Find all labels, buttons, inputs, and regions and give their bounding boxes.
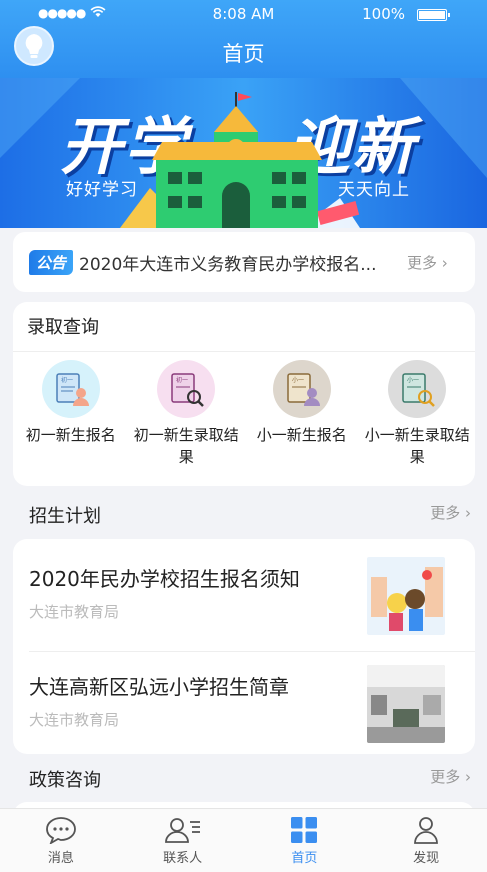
admission-item-label: 小一新生报名 [256,426,347,444]
chat-bubble-icon [45,816,76,844]
admission-item-label: 小一新生录取结果 [364,426,470,466]
admission-query-card: 录取查询 初一 初一新生报名 初一 初一新生录取结果 小一 小一新生报名 小一 … [13,302,475,486]
article-source: 大连市教育局 [29,603,120,621]
battery-percent: 100% [362,5,405,23]
admission-item-label: 初一新生录取结果 [133,426,239,466]
promo-banner[interactable]: 开学 迎新 好好学习 天天向上 [0,78,487,228]
form-label-text: 初一 [61,376,73,384]
tab-contacts[interactable]: 联系人 [122,809,244,872]
announcement-bar[interactable]: 公告 2020年大连市义务教育民办学校报名... 更多 › [13,232,475,292]
article-title: 2020年民办学校招生报名须知 [29,567,300,591]
article-source: 大连市教育局 [29,711,120,729]
bottom-tab-bar: 消息 联系人 首页 发现 [0,808,487,872]
admission-item-primary-register[interactable]: 小一 小一新生报名 [244,360,360,468]
status-time: 8:08 AM [212,5,275,23]
person-icon [414,816,439,844]
policy-more-link[interactable]: 更多 › [430,766,471,787]
form-search-icon: 初一 [157,360,216,418]
contacts-icon [164,817,200,843]
list-item[interactable]: 大连高新区弘远小学招生简章 大连市教育局 [13,647,475,751]
admission-item-primary-result[interactable]: 小一 小一新生录取结果 [360,360,476,468]
form-label-text: 小一 [407,376,419,384]
form-person-icon: 初一 [41,360,100,418]
page-title: 首页 [222,42,265,66]
banner-slogan-left: 好好学习 [66,180,138,200]
status-bar: ●●●●● 8:08 AM 100% [0,4,487,24]
form-search-icon: 小一 [388,360,447,418]
plan-section-title: 招生计划 [29,506,101,527]
list-item[interactable]: 2020年民办学校招生报名须知 大连市教育局 [13,539,475,643]
tab-label: 消息 [47,850,74,866]
tab-label: 发现 [413,850,440,866]
admission-item-junior-result[interactable]: 初一 初一新生录取结果 [129,360,245,468]
form-label-text: 小一 [292,376,304,384]
article-thumbnail [367,557,445,635]
announcement-text[interactable]: 2020年大连市义务教育民办学校报名... [79,250,397,275]
article-title: 大连高新区弘远小学招生简章 [29,675,289,699]
app-header: ●●●●● 8:08 AM 100% 首页 [0,0,487,78]
policy-section-title: 政策咨询 [29,770,101,791]
banner-slogan-right: 天天向上 [338,180,410,200]
battery-icon [417,9,450,21]
announcement-tag: 公告 [29,249,74,275]
admission-item-junior-register[interactable]: 初一 初一新生报名 [13,360,129,468]
tab-label: 首页 [291,850,318,866]
plan-more-link[interactable]: 更多 › [430,502,471,523]
tab-label: 联系人 [163,850,203,866]
admission-item-label: 初一新生报名 [25,426,116,444]
tab-messages[interactable]: 消息 [0,809,122,872]
tab-home[interactable]: 首页 [244,809,366,872]
form-person-icon: 小一 [272,360,331,418]
tab-discover[interactable]: 发现 [365,809,487,872]
article-thumbnail [367,665,445,743]
grid-home-icon [291,816,318,843]
announcement-more-link[interactable]: 更多 › [407,252,448,273]
admission-query-title: 录取查询 [13,302,475,352]
form-label-text: 初一 [176,376,188,384]
school-building-icon [152,92,322,228]
plan-list-card: 2020年民办学校招生报名须知 大连市教育局 大连高新区弘远小学招生简章 大连市… [13,539,475,754]
